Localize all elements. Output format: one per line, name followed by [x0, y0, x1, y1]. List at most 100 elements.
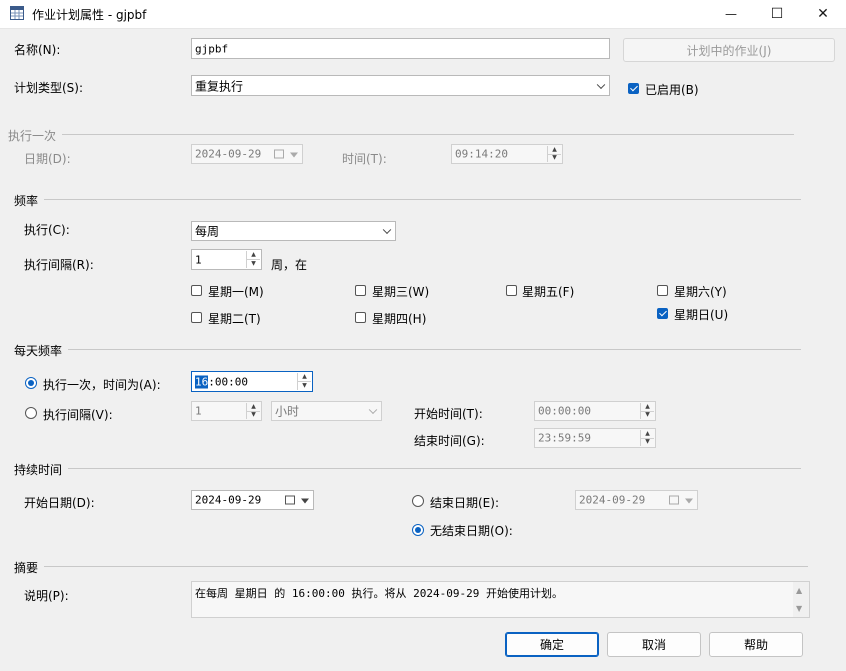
end-date-picker[interactable]: 2024-09-29: [575, 490, 698, 510]
section-duration: 持续时间: [14, 463, 63, 477]
divider: [68, 349, 801, 350]
end-time-input[interactable]: 23:59:59 ▲ ▼: [534, 428, 656, 448]
spinner[interactable]: ▲ ▼: [246, 403, 260, 419]
chevron-down-icon: [596, 80, 606, 89]
up-arrow-icon[interactable]: ▲: [247, 251, 260, 259]
recurs-suffix: 周，在: [271, 258, 308, 272]
one-time-date-picker[interactable]: 2024-09-29: [191, 144, 303, 164]
down-arrow-icon[interactable]: ▼: [247, 259, 260, 268]
scroll-down-icon[interactable]: ▼: [796, 604, 802, 613]
monday-checkbox[interactable]: [191, 285, 202, 296]
up-arrow-icon[interactable]: ▲: [247, 403, 260, 411]
thursday-label: 星期四(H): [372, 312, 427, 326]
occurs-label: 执行(C):: [24, 223, 70, 237]
name-label: 名称(N):: [14, 43, 61, 57]
calendar-icon: [285, 495, 295, 505]
saturday-checkbox[interactable]: [657, 285, 668, 296]
down-arrow-icon[interactable]: ▼: [548, 153, 561, 163]
down-arrow-icon[interactable]: ▼: [298, 381, 311, 390]
start-date-picker[interactable]: 2024-09-29: [191, 490, 314, 510]
section-one-time: 执行一次: [8, 129, 57, 143]
sunday-checkbox[interactable]: [657, 308, 668, 319]
wednesday-checkbox[interactable]: [355, 285, 366, 296]
occurs-every-input[interactable]: 1 ▲ ▼: [191, 401, 262, 421]
recurs-every-input[interactable]: 1 ▲ ▼: [191, 249, 262, 270]
down-arrow-icon[interactable]: ▼: [641, 437, 654, 447]
section-summary: 摘要: [14, 561, 39, 575]
schedule-type-select[interactable]: 重复执行: [191, 75, 610, 96]
tuesday-label: 星期二(T): [208, 312, 261, 326]
close-button[interactable]: ✕: [800, 0, 846, 28]
enabled-checkbox[interactable]: [628, 83, 639, 94]
occurs-every-label: 执行间隔(V):: [43, 408, 113, 422]
chevron-down-icon: [368, 405, 378, 415]
spinner[interactable]: ▲ ▼: [640, 430, 654, 446]
spinner[interactable]: ▲ ▼: [297, 373, 311, 390]
one-time-date-label: 日期(D):: [24, 152, 71, 166]
help-button[interactable]: 帮助: [709, 632, 803, 657]
up-arrow-icon[interactable]: ▲: [641, 403, 654, 411]
divider: [62, 134, 794, 135]
divider: [44, 566, 808, 567]
occurs-once-time-input[interactable]: 16:00:00 ▲ ▼: [191, 371, 313, 392]
section-frequency: 频率: [14, 194, 39, 208]
chevron-down-icon: [301, 498, 309, 504]
chevron-down-icon: [382, 225, 392, 235]
start-date-label: 开始日期(D):: [24, 496, 95, 510]
sunday-label: 星期日(U): [674, 308, 729, 322]
description-label: 说明(P):: [24, 589, 69, 603]
end-time-label: 结束时间(G):: [414, 434, 485, 448]
end-date-radio[interactable]: [412, 495, 424, 507]
end-date-label: 结束日期(E):: [430, 496, 499, 510]
divider: [68, 468, 801, 469]
spinner[interactable]: ▲ ▼: [547, 146, 561, 162]
description-scrollbar[interactable]: ▲ ▼: [793, 582, 809, 617]
description-text: 在每周 星期日 的 16:00:00 执行。将从 2024-09-29 开始使用…: [191, 581, 810, 618]
up-arrow-icon[interactable]: ▲: [548, 146, 561, 154]
thursday-checkbox[interactable]: [355, 312, 366, 323]
up-arrow-icon[interactable]: ▲: [641, 430, 654, 438]
friday-label: 星期五(F): [522, 285, 575, 299]
title-bar: 作业计划属性 - gjpbf — ☐ ✕: [0, 0, 846, 29]
maximize-button[interactable]: ☐: [754, 0, 800, 28]
one-time-time-input[interactable]: 09:14:20 ▲ ▼: [451, 144, 563, 164]
no-end-date-radio[interactable]: [412, 524, 424, 536]
no-end-date-label: 无结束日期(O):: [430, 524, 513, 538]
one-time-time-label: 时间(T):: [342, 152, 387, 166]
up-arrow-icon[interactable]: ▲: [298, 373, 311, 381]
jobs-in-schedule-button[interactable]: 计划中的作业(J): [623, 38, 835, 62]
occurs-select[interactable]: 每周: [191, 221, 396, 241]
spinner[interactable]: ▲ ▼: [640, 403, 654, 419]
wednesday-label: 星期三(W): [372, 285, 430, 299]
section-daily-frequency: 每天频率: [14, 344, 63, 358]
cancel-button[interactable]: 取消: [607, 632, 701, 657]
occurs-once-radio[interactable]: [25, 377, 37, 389]
occurs-every-unit-select[interactable]: 小时: [271, 401, 382, 421]
window-title: 作业计划属性 - gjpbf: [32, 8, 147, 22]
chevron-down-icon: [685, 498, 693, 504]
friday-checkbox[interactable]: [506, 285, 517, 296]
calendar-app-icon: [10, 6, 24, 20]
start-time-input[interactable]: 00:00:00 ▲ ▼: [534, 401, 656, 421]
start-time-label: 开始时间(T):: [414, 407, 483, 421]
calendar-icon: [669, 495, 679, 505]
occurs-once-label: 执行一次，时间为(A):: [43, 378, 161, 392]
occurs-every-radio[interactable]: [25, 407, 37, 419]
down-arrow-icon[interactable]: ▼: [641, 410, 654, 420]
monday-label: 星期一(M): [208, 285, 264, 299]
tuesday-checkbox[interactable]: [191, 312, 202, 323]
ok-button[interactable]: 确定: [505, 632, 599, 657]
spinner[interactable]: ▲ ▼: [246, 251, 260, 268]
selected-text: 16: [195, 375, 209, 388]
schedule-type-label: 计划类型(S):: [14, 81, 84, 95]
minimize-button[interactable]: —: [708, 0, 754, 28]
scroll-up-icon[interactable]: ▲: [796, 586, 802, 595]
enabled-label: 已启用(B): [645, 83, 699, 97]
saturday-label: 星期六(Y): [674, 285, 727, 299]
name-input[interactable]: gjpbf: [191, 38, 610, 59]
chevron-down-icon: [290, 152, 298, 158]
down-arrow-icon[interactable]: ▼: [247, 410, 260, 420]
divider: [44, 199, 801, 200]
calendar-icon: [274, 149, 284, 159]
recurs-label: 执行间隔(R):: [24, 258, 94, 272]
